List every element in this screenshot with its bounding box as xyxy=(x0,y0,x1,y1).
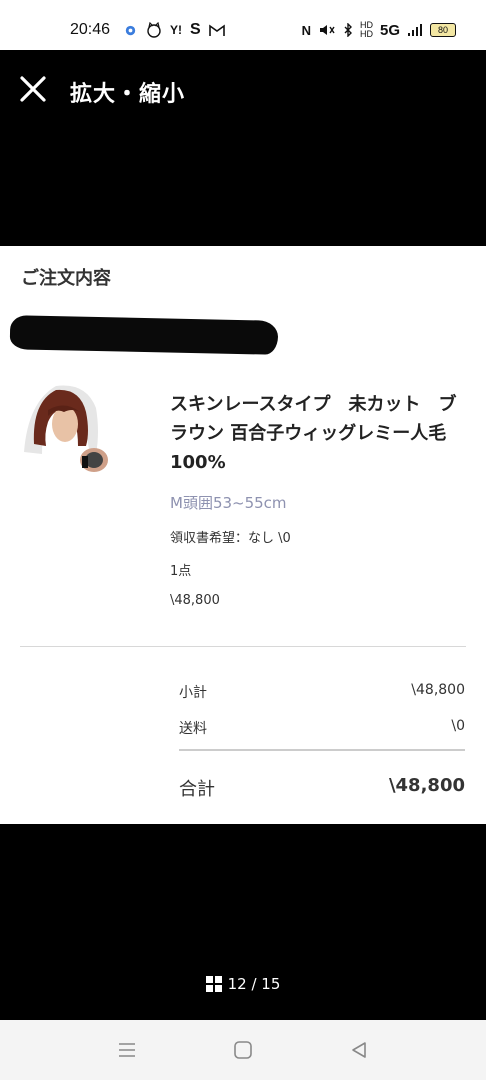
order-id: 注文ID：515C168FB40AC31A xyxy=(9,315,279,355)
yahoo-icon: Y! xyxy=(170,23,182,37)
subtotal-label: 小計 xyxy=(179,685,207,701)
quantity: 1点 xyxy=(170,564,192,579)
subtotal-row: 小計 \48,800 xyxy=(179,682,465,702)
viewer-header: 拡大・縮小 xyxy=(0,50,486,130)
s-icon: S xyxy=(190,21,201,38)
item-price: \48,800 xyxy=(170,593,220,608)
total-divider xyxy=(179,749,465,751)
navigation-bar xyxy=(0,1020,486,1080)
recent-apps-icon[interactable] xyxy=(115,1038,139,1062)
network-type: 5G xyxy=(379,21,400,39)
viewer-title: 拡大・縮小 xyxy=(70,82,186,107)
signal-icon xyxy=(408,23,422,36)
gmail-icon xyxy=(208,23,225,36)
divider xyxy=(20,646,466,647)
back-icon[interactable] xyxy=(347,1038,371,1062)
total-row: 合計 \48,800 xyxy=(179,775,465,801)
product-thumbnail xyxy=(20,382,112,478)
gear-icon xyxy=(125,25,136,35)
system-icons: N HD HD 5G 80 xyxy=(302,21,456,39)
receipt-option: 領収書希望：なし \0 xyxy=(170,531,291,546)
close-icon[interactable] xyxy=(18,74,48,104)
status-time: 20:46 xyxy=(70,21,111,38)
shipping-value: \0 xyxy=(451,718,465,734)
status-bar: 20:46 Y! S N HD HD 5G 80 xyxy=(0,0,486,50)
redaction-mark xyxy=(9,315,279,355)
product-variant: M頭囲53~55cm xyxy=(170,494,287,512)
shipping-label: 送料 xyxy=(179,721,207,737)
section-title: ご注文内容 xyxy=(21,268,111,289)
notification-icons: Y! S xyxy=(123,21,225,39)
product-name: スキンレースタイプ 未カット ブラウン 百合子ウィッグレミー人毛100% xyxy=(170,394,457,473)
battery-icon: 80 xyxy=(430,23,456,37)
nfc-icon: N xyxy=(301,22,311,38)
cat-icon xyxy=(147,22,161,38)
order-summary-image[interactable]: ご注文内容 注文ID：515C168FB40AC31A スキンレースタイプ 未カ… xyxy=(0,246,486,824)
grid-icon xyxy=(205,976,222,992)
page-indicator[interactable]: 12 / 15 xyxy=(0,975,486,993)
total-value: \48,800 xyxy=(388,775,465,796)
subtotal-value: \48,800 xyxy=(411,682,465,698)
mute-icon xyxy=(319,25,335,35)
bluetooth-icon xyxy=(344,23,352,37)
shipping-row: 送料 \0 xyxy=(179,718,465,738)
home-icon[interactable] xyxy=(231,1038,255,1062)
hd-icon: HD HD xyxy=(359,20,373,39)
total-label: 合計 xyxy=(179,779,215,800)
page-indicator-text: 12 / 15 xyxy=(227,975,281,993)
